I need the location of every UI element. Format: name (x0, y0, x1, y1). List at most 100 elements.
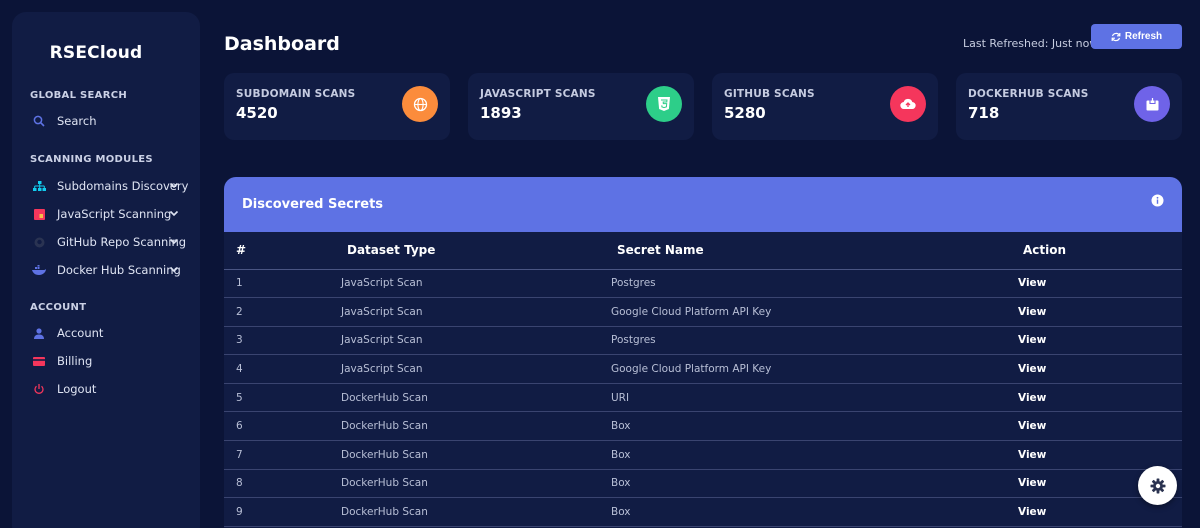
stat-label: JAVASCRIPT SCANS (480, 88, 596, 100)
refresh-button-label: Refresh (1124, 31, 1163, 42)
cell-index: 5 (224, 383, 341, 413)
sidebar-item-docker-hub-scanning[interactable]: Docker Hub Scanning (30, 259, 192, 281)
credit-card-icon (30, 354, 48, 368)
discovered-secrets-panel: Discovered Secrets # Dataset Type Secret… (224, 177, 1182, 528)
cell-index: 9 (224, 497, 341, 527)
stat-label: DOCKERHUB SCANS (968, 88, 1089, 100)
cell-dataset-type: JavaScript Scan (341, 297, 611, 327)
sidebar-item-search[interactable]: Search (30, 110, 192, 132)
cell-secret-name: Box (611, 469, 1001, 499)
section-title-account: ACCOUNT (30, 302, 87, 313)
sidebar-item-label: Account (57, 326, 104, 340)
stat-value: 4520 (236, 104, 278, 122)
table-row: 2 JavaScript Scan Google Cloud Platform AP… (224, 297, 1182, 327)
view-link[interactable]: View (1001, 306, 1046, 318)
github-icon (30, 235, 48, 249)
view-link[interactable]: View (1001, 363, 1046, 375)
cell-dataset-type: JavaScript Scan (341, 354, 611, 384)
search-icon (30, 114, 48, 128)
cell-secret-name: URI (611, 383, 1001, 413)
sidebar-item-label: Logout (57, 382, 97, 396)
cell-action: View (1001, 440, 1182, 470)
stat-card-subdomain-scans: SUBDOMAIN SCANS 4520 (224, 73, 450, 140)
box-icon (1134, 86, 1170, 122)
settings-button[interactable] (1138, 466, 1177, 505)
cell-secret-name: Google Cloud Platform API Key (611, 297, 1001, 327)
table-row: 7 DockerHub Scan Box View (224, 440, 1182, 470)
cell-dataset-type: JavaScript Scan (341, 269, 611, 299)
cell-dataset-type: DockerHub Scan (341, 411, 611, 442)
column-header-secret-name: Secret Name (611, 232, 1001, 270)
sidebar-item-logout[interactable]: Logout (30, 378, 192, 400)
stat-card-javascript-scans: JAVASCRIPT SCANS 1893 (468, 73, 694, 140)
cell-index: 7 (224, 440, 341, 470)
stat-label: SUBDOMAIN SCANS (236, 88, 356, 100)
brand-logo-text[interactable]: RSECloud (12, 43, 200, 63)
panel-header: Discovered Secrets (224, 177, 1182, 232)
column-header-index: # (224, 232, 341, 270)
cell-index: 3 (224, 326, 341, 356)
last-refreshed-text: Last Refreshed: Just now (963, 37, 1099, 50)
chevron-down-icon (169, 266, 179, 273)
cell-action: View (1001, 326, 1182, 356)
cell-dataset-type: DockerHub Scan (341, 440, 611, 470)
view-link[interactable]: View (1001, 334, 1046, 346)
cell-action: View (1001, 269, 1182, 299)
view-link[interactable]: View (1001, 277, 1046, 289)
table-row: 1 JavaScript Scan Postgres View (224, 269, 1182, 299)
stat-value: 1893 (480, 104, 522, 122)
cell-secret-name: Box (611, 497, 1001, 527)
chevron-down-icon (169, 210, 179, 217)
stat-label: GITHUB SCANS (724, 88, 815, 100)
cell-action: View (1001, 383, 1182, 413)
sidebar-item-subdomains-discovery[interactable]: Subdomains Discovery (30, 175, 192, 197)
cell-action: View (1001, 354, 1182, 384)
sidebar-item-label: Docker Hub Scanning (57, 263, 181, 277)
sidebar-item-label: GitHub Repo Scanning (57, 235, 187, 249)
sidebar-item-javascript-scanning[interactable]: JavaScript Scanning (30, 203, 192, 225)
info-icon[interactable] (1151, 194, 1164, 207)
cell-index: 4 (224, 354, 341, 384)
table-row: 3 JavaScript Scan Postgres View (224, 326, 1182, 356)
refresh-button[interactable]: Refresh (1091, 24, 1182, 49)
section-title-global-search: GLOBAL SEARCH (30, 90, 128, 101)
table-row: 8 DockerHub Scan Box View (224, 469, 1182, 499)
sidebar-item-label: Billing (57, 354, 93, 368)
cell-dataset-type: JavaScript Scan (341, 326, 611, 356)
sidebar-item-billing[interactable]: Billing (30, 350, 192, 372)
stat-card-github-scans: GITHUB SCANS 5280 (712, 73, 938, 140)
html5-icon (646, 86, 682, 122)
secrets-table: # Dataset Type Secret Name Action 1 JavaS… (224, 232, 1182, 527)
sidebar-item-account[interactable]: Account (30, 322, 192, 344)
chevron-down-icon (169, 182, 179, 189)
view-link[interactable]: View (1001, 506, 1046, 518)
column-header-dataset-type: Dataset Type (341, 232, 611, 270)
view-link[interactable]: View (1001, 449, 1046, 461)
secrets-table-body: 1 JavaScript Scan Postgres View 2 JavaScript … (224, 269, 1182, 527)
stat-value: 718 (968, 104, 1000, 122)
globe-icon (402, 86, 438, 122)
cell-action: View (1001, 297, 1182, 327)
cell-secret-name: Google Cloud Platform API Key (611, 354, 1001, 384)
cell-index: 6 (224, 411, 341, 442)
cell-secret-name: Postgres (611, 326, 1001, 356)
chevron-down-icon (169, 238, 179, 245)
column-header-action: Action (1001, 232, 1182, 270)
cell-secret-name: Box (611, 411, 1001, 442)
table-row: 4 JavaScript Scan Google Cloud Platform AP… (224, 354, 1182, 384)
refresh-icon (1111, 32, 1121, 41)
cell-action: View (1001, 411, 1182, 442)
stat-value: 5280 (724, 104, 766, 122)
gear-icon (1150, 478, 1165, 493)
user-icon (30, 326, 48, 340)
view-link[interactable]: View (1001, 420, 1046, 432)
view-link[interactable]: View (1001, 392, 1046, 404)
sidebar-item-github-repo-scanning[interactable]: GitHub Repo Scanning (30, 231, 192, 253)
cell-dataset-type: DockerHub Scan (341, 469, 611, 499)
cell-dataset-type: DockerHub Scan (341, 497, 611, 527)
power-icon (30, 382, 48, 396)
sitemap-icon (30, 179, 48, 193)
cell-secret-name: Box (611, 440, 1001, 470)
view-link[interactable]: View (1001, 477, 1046, 489)
table-row: 6 DockerHub Scan Box View (224, 411, 1182, 442)
